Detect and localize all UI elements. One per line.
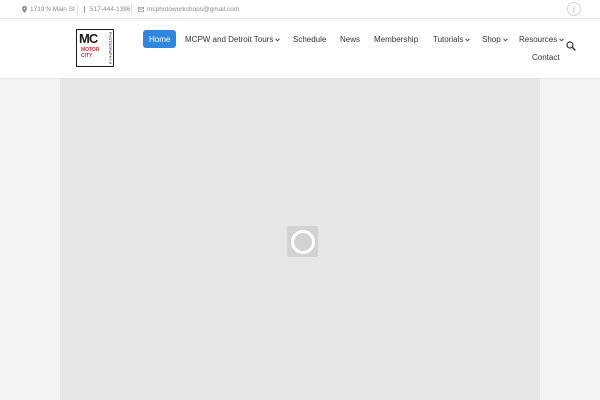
spinner-ring-icon (290, 229, 315, 254)
logo-vertical-text: PHOTOGRAPHY WORKSHOPS (108, 32, 112, 64)
facebook-glyph: f (572, 4, 576, 14)
address-item: 1719 N Main St (22, 0, 75, 19)
nav-contact[interactable]: Contact (532, 49, 560, 66)
map-pin-icon (22, 6, 27, 13)
nav-tours-label: MCPW and Detroit Tours (185, 35, 274, 44)
nav-membership-label: Membership (374, 35, 419, 44)
phone-icon (84, 6, 87, 13)
top-divider (77, 4, 78, 15)
hero-slider (60, 79, 540, 400)
site-header: MC MOTOR CITY PHOTOGRAPHY WORKSHOPS Home… (0, 19, 600, 79)
email-item[interactable]: mcphotoworkshops@gmail.com (138, 0, 239, 19)
envelope-icon (138, 7, 144, 12)
nav-home-label: Home (149, 34, 171, 44)
nav-schedule[interactable]: Schedule (293, 31, 326, 48)
top-divider (131, 4, 132, 15)
logo-city-text: CITY (81, 53, 93, 59)
phone-item[interactable]: 517-444-1386 (84, 0, 130, 19)
loading-spinner (287, 226, 318, 257)
chevron-down-icon (502, 37, 508, 42)
nav-news[interactable]: News (340, 31, 360, 48)
site-logo[interactable]: MC MOTOR CITY PHOTOGRAPHY WORKSHOPS (76, 29, 114, 67)
nav-tutorials-label: Tutorials (433, 35, 464, 44)
nav-home[interactable]: Home (143, 30, 177, 48)
chevron-down-icon (465, 37, 471, 42)
chevron-down-icon (559, 37, 565, 42)
nav-tutorials[interactable]: Tutorials (433, 31, 471, 48)
search-icon (566, 38, 576, 56)
address-text: 1719 N Main St (30, 6, 75, 13)
facebook-icon[interactable]: f (567, 2, 581, 16)
chevron-down-icon (275, 37, 281, 42)
nav-resources[interactable]: Resources (519, 31, 565, 48)
logo-mc-text: MC (79, 31, 98, 46)
nav-news-label: News (340, 35, 361, 44)
phone-text[interactable]: 517-444-1386 (90, 6, 130, 13)
nav-membership[interactable]: Membership (374, 31, 418, 48)
nav-schedule-label: Schedule (293, 35, 327, 44)
nav-shop[interactable]: Shop (482, 31, 508, 48)
top-info-bar: 1719 N Main St 517-444-1386 mcphotoworks… (0, 0, 600, 19)
nav-resources-label: Resources (519, 35, 558, 44)
search-button[interactable] (565, 41, 577, 53)
email-text[interactable]: mcphotoworkshops@gmail.com (147, 6, 239, 13)
nav-mcpw-tours[interactable]: MCPW and Detroit Tours (185, 31, 281, 48)
nav-contact-label: Contact (532, 53, 560, 62)
nav-shop-label: Shop (482, 35, 501, 44)
